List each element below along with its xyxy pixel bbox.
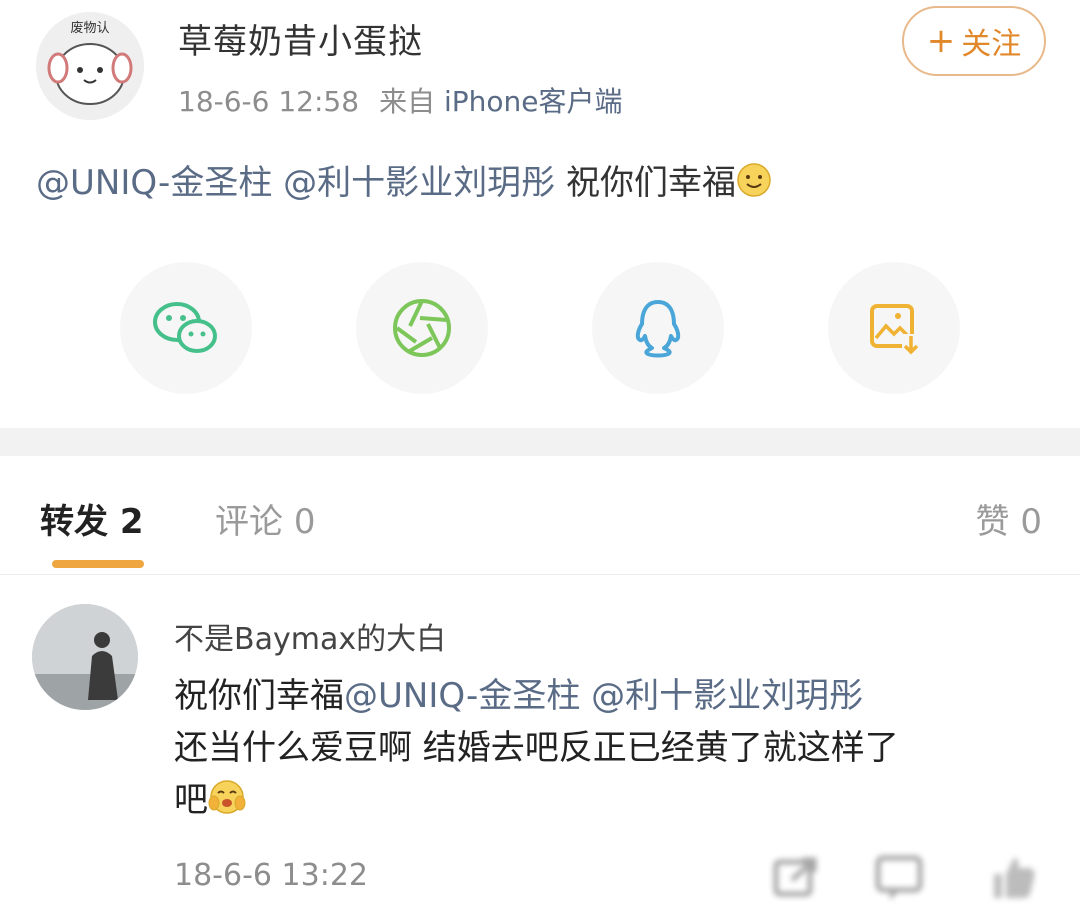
- post-source[interactable]: iPhone客户端: [444, 85, 623, 118]
- tab-like-label: 赞: [975, 502, 1010, 542]
- share-wechat-button[interactable]: [120, 262, 252, 394]
- commenter-avatar[interactable]: [32, 604, 138, 710]
- mention-link[interactable]: @利十影业刘玥彤: [591, 676, 863, 716]
- like-comment-button[interactable]: [986, 852, 1042, 902]
- follow-button[interactable]: + 关注: [902, 6, 1046, 76]
- avatar-text: 废物认: [70, 20, 109, 36]
- moments-icon: [393, 299, 451, 357]
- comment-line-2: 还当什么爱豆啊 结婚去吧反正已经黄了就这样了: [174, 728, 899, 768]
- post-body: 祝你们幸福: [565, 163, 736, 203]
- commenter-avatar-image: [32, 604, 138, 710]
- qq-icon: [635, 300, 681, 358]
- smile-emoji-icon: [736, 162, 772, 207]
- share-comment-button[interactable]: [768, 852, 824, 902]
- tab-repost-count: 2: [119, 502, 144, 542]
- plus-icon: +: [926, 21, 956, 61]
- blush-emoji-icon: [208, 777, 246, 830]
- post-meta: 18-6-6 12:58 来自 iPhone客户端: [178, 80, 623, 120]
- reply-comment-button[interactable]: [872, 852, 928, 902]
- tabs-divider: [0, 574, 1080, 575]
- thumbs-up-icon: [994, 858, 1035, 898]
- comment-text: 祝你们幸福@UNIQ-金圣柱 @利十影业刘玥彤 还当什么爱豆啊 结婚去吧反正已经…: [174, 670, 1054, 830]
- post-time: 18-6-6 12:58: [178, 85, 360, 118]
- share-qq-button[interactable]: [592, 262, 724, 394]
- tab-comment[interactable]: 评论 0: [215, 494, 315, 543]
- avatar[interactable]: 废物认: [36, 12, 144, 120]
- comment-time: 18-6-6 13:22: [174, 858, 368, 893]
- share-moments-button[interactable]: [356, 262, 488, 394]
- save-image-button[interactable]: [828, 262, 960, 394]
- active-tab-indicator: [52, 560, 144, 568]
- comment-line-1: 祝你们幸福@UNIQ-金圣柱 @利十影业刘玥彤: [174, 670, 1054, 722]
- avatar-image: 废物认: [36, 12, 144, 120]
- wechat-icon: [153, 302, 217, 353]
- post-username[interactable]: 草莓奶昔小蛋挞: [178, 14, 423, 63]
- mention-link[interactable]: @利十影业刘玥彤: [283, 163, 555, 203]
- post-source-prefix: 来自: [379, 85, 436, 118]
- post-text: @UNIQ-金圣柱 @利十影业刘玥彤 祝你们幸福: [36, 155, 772, 207]
- mention-link[interactable]: @UNIQ-金圣柱: [36, 163, 272, 203]
- save-image-icon: [870, 304, 920, 356]
- mention-link[interactable]: @UNIQ-金圣柱: [344, 676, 580, 716]
- tab-repost-label: 转发: [40, 502, 108, 542]
- tab-repost[interactable]: 转发 2: [40, 494, 144, 543]
- tab-like[interactable]: 赞 0: [976, 494, 1042, 543]
- tab-comment-label: 评论: [215, 502, 283, 542]
- tab-like-count: 0: [1020, 502, 1042, 542]
- share-icon: [773, 857, 817, 897]
- comment-line-3: 吧: [174, 774, 1054, 830]
- comment-icon: [875, 855, 923, 900]
- section-divider: [0, 428, 1080, 456]
- follow-label: 关注: [961, 27, 1022, 62]
- comment-line-3-text: 吧: [174, 780, 208, 820]
- tab-comment-count: 0: [293, 502, 316, 542]
- commenter-username[interactable]: 不是Baymax的大白: [174, 614, 446, 658]
- comment-text-prefix: 祝你们幸福: [174, 676, 344, 716]
